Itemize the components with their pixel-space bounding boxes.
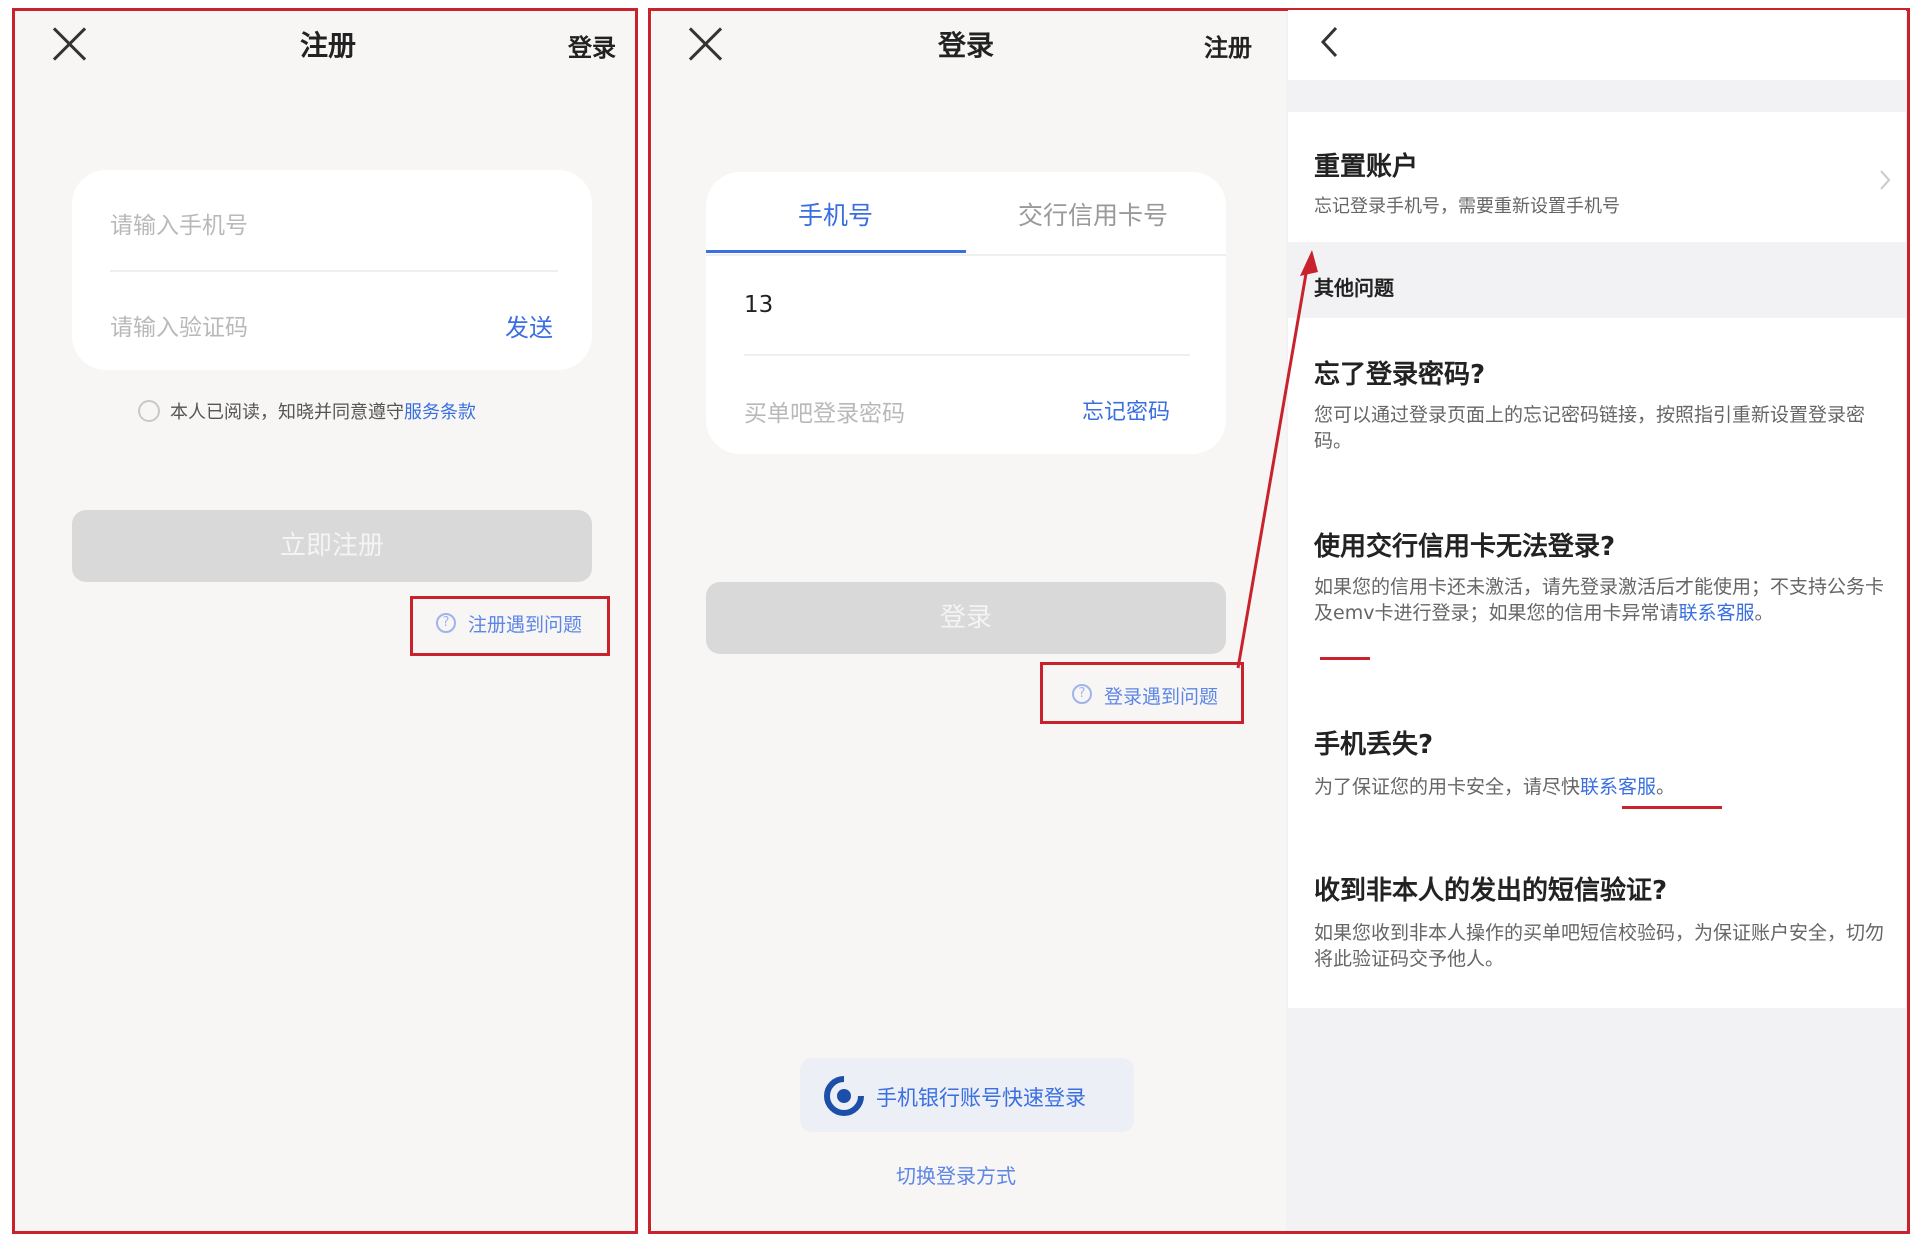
annotation-arrow — [1236, 250, 1318, 669]
